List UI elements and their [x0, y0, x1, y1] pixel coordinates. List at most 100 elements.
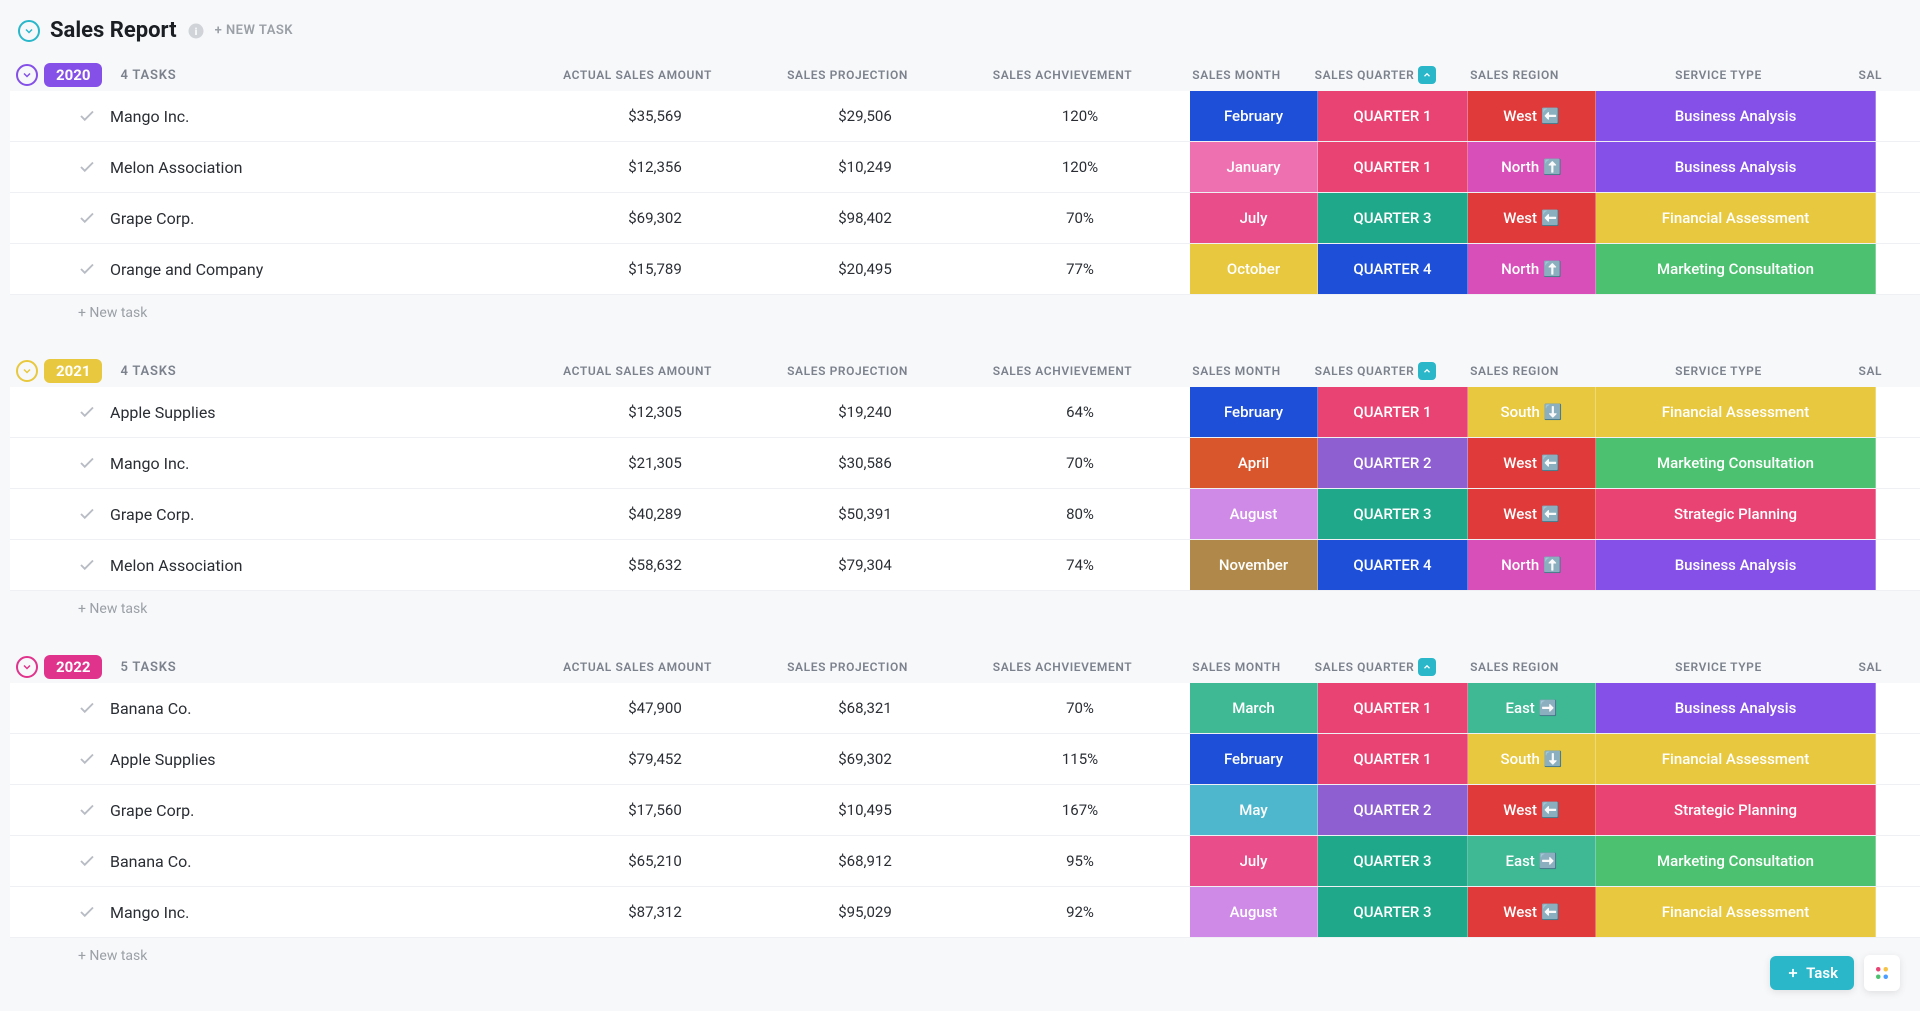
- cell-service[interactable]: Strategic Planning: [1596, 489, 1876, 539]
- task-row[interactable]: Melon Association $58,632 $79,304 74% No…: [10, 540, 1920, 591]
- cell-region[interactable]: East➡️: [1468, 683, 1596, 733]
- cell-service[interactable]: Financial Assessment: [1596, 887, 1876, 937]
- cell-region[interactable]: South⬇️: [1468, 387, 1596, 437]
- column-header-region[interactable]: SALES REGION: [1451, 66, 1579, 84]
- check-icon[interactable]: [78, 505, 96, 523]
- apps-button[interactable]: [1864, 955, 1900, 991]
- column-header-actual[interactable]: ACTUAL SALES AMOUNT: [533, 362, 743, 380]
- cell-quarter[interactable]: QUARTER 4: [1318, 244, 1468, 294]
- cell-region[interactable]: West⬅️: [1468, 193, 1596, 243]
- cell-month[interactable]: February: [1190, 91, 1318, 141]
- cell-quarter[interactable]: QUARTER 3: [1318, 489, 1468, 539]
- task-row[interactable]: Grape Corp. $69,302 $98,402 70% July QUA…: [10, 193, 1920, 244]
- column-header-service[interactable]: SERVICE TYPE: [1579, 362, 1859, 380]
- task-row[interactable]: Grape Corp. $17,560 $10,495 167% May QUA…: [10, 785, 1920, 836]
- cell-service[interactable]: Business Analysis: [1596, 683, 1876, 733]
- check-icon[interactable]: [78, 403, 96, 421]
- check-icon[interactable]: [78, 158, 96, 176]
- cell-quarter[interactable]: QUARTER 4: [1318, 540, 1468, 590]
- collapse-all-icon[interactable]: [18, 20, 40, 42]
- year-badge[interactable]: 2020: [44, 63, 102, 87]
- info-icon[interactable]: i: [187, 22, 205, 40]
- column-header-month[interactable]: SALES MONTH: [1173, 66, 1301, 84]
- task-row[interactable]: Banana Co. $65,210 $68,912 95% July QUAR…: [10, 836, 1920, 887]
- column-header-achievement[interactable]: SALES ACHVIEVEMENT: [953, 658, 1173, 676]
- column-header-service[interactable]: SERVICE TYPE: [1579, 658, 1859, 676]
- column-header-service[interactable]: SERVICE TYPE: [1579, 66, 1859, 84]
- cell-quarter[interactable]: QUARTER 2: [1318, 785, 1468, 835]
- cell-quarter[interactable]: QUARTER 3: [1318, 887, 1468, 937]
- year-badge[interactable]: 2021: [44, 359, 102, 383]
- check-icon[interactable]: [78, 209, 96, 227]
- task-row[interactable]: Orange and Company $15,789 $20,495 77% O…: [10, 244, 1920, 295]
- check-icon[interactable]: [78, 903, 96, 921]
- check-icon[interactable]: [78, 454, 96, 472]
- check-icon[interactable]: [78, 699, 96, 717]
- column-header-achievement[interactable]: SALES ACHVIEVEMENT: [953, 66, 1173, 84]
- cell-region[interactable]: West⬅️: [1468, 91, 1596, 141]
- cell-service[interactable]: Marketing Consultation: [1596, 438, 1876, 488]
- cell-quarter[interactable]: QUARTER 3: [1318, 193, 1468, 243]
- cell-region[interactable]: North⬆️: [1468, 244, 1596, 294]
- column-header-achievement[interactable]: SALES ACHVIEVEMENT: [953, 362, 1173, 380]
- cell-month[interactable]: October: [1190, 244, 1318, 294]
- cell-month[interactable]: May: [1190, 785, 1318, 835]
- cell-quarter[interactable]: QUARTER 1: [1318, 387, 1468, 437]
- column-header-month[interactable]: SALES MONTH: [1173, 362, 1301, 380]
- task-row[interactable]: Grape Corp. $40,289 $50,391 80% August Q…: [10, 489, 1920, 540]
- task-row[interactable]: Mango Inc. $21,305 $30,586 70% April QUA…: [10, 438, 1920, 489]
- cell-region[interactable]: North⬆️: [1468, 142, 1596, 192]
- check-icon[interactable]: [78, 107, 96, 125]
- cell-month[interactable]: August: [1190, 887, 1318, 937]
- cell-region[interactable]: West⬅️: [1468, 785, 1596, 835]
- cell-service[interactable]: Financial Assessment: [1596, 193, 1876, 243]
- cell-month[interactable]: August: [1190, 489, 1318, 539]
- cell-quarter[interactable]: QUARTER 1: [1318, 91, 1468, 141]
- cell-region[interactable]: East➡️: [1468, 836, 1596, 886]
- column-header-projection[interactable]: SALES PROJECTION: [743, 66, 953, 84]
- cell-month[interactable]: February: [1190, 734, 1318, 784]
- cell-service[interactable]: Business Analysis: [1596, 91, 1876, 141]
- task-row[interactable]: Melon Association $12,356 $10,249 120% J…: [10, 142, 1920, 193]
- cell-month[interactable]: April: [1190, 438, 1318, 488]
- cell-region[interactable]: West⬅️: [1468, 438, 1596, 488]
- new-task-button[interactable]: + New task: [10, 295, 1920, 331]
- cell-service[interactable]: Financial Assessment: [1596, 387, 1876, 437]
- column-header-region[interactable]: SALES REGION: [1451, 362, 1579, 380]
- cell-month[interactable]: July: [1190, 836, 1318, 886]
- cell-month[interactable]: November: [1190, 540, 1318, 590]
- column-header-month[interactable]: SALES MONTH: [1173, 658, 1301, 676]
- cell-service[interactable]: Business Analysis: [1596, 540, 1876, 590]
- cell-region[interactable]: South⬇️: [1468, 734, 1596, 784]
- check-icon[interactable]: [78, 801, 96, 819]
- new-task-button[interactable]: + New task: [10, 591, 1920, 627]
- column-header-region[interactable]: SALES REGION: [1451, 658, 1579, 676]
- task-row[interactable]: Mango Inc. $35,569 $29,506 120% February…: [10, 91, 1920, 142]
- column-header-projection[interactable]: SALES PROJECTION: [743, 362, 953, 380]
- cell-month[interactable]: January: [1190, 142, 1318, 192]
- new-task-button[interactable]: + New task: [10, 938, 1920, 974]
- column-header-quarter[interactable]: SALES QUARTER: [1301, 66, 1451, 84]
- group-toggle-icon[interactable]: [16, 656, 38, 678]
- task-row[interactable]: Apple Supplies $12,305 $19,240 64% Febru…: [10, 387, 1920, 438]
- cell-quarter[interactable]: QUARTER 2: [1318, 438, 1468, 488]
- column-header-quarter[interactable]: SALES QUARTER: [1301, 362, 1451, 380]
- check-icon[interactable]: [78, 750, 96, 768]
- cell-month[interactable]: March: [1190, 683, 1318, 733]
- cell-region[interactable]: West⬅️: [1468, 489, 1596, 539]
- cell-quarter[interactable]: QUARTER 1: [1318, 683, 1468, 733]
- cell-region[interactable]: North⬆️: [1468, 540, 1596, 590]
- column-header-actual[interactable]: ACTUAL SALES AMOUNT: [533, 66, 743, 84]
- column-header-overflow[interactable]: SAL: [1859, 362, 1899, 380]
- cell-month[interactable]: February: [1190, 387, 1318, 437]
- cell-quarter[interactable]: QUARTER 3: [1318, 836, 1468, 886]
- cell-service[interactable]: Marketing Consultation: [1596, 836, 1876, 886]
- group-toggle-icon[interactable]: [16, 64, 38, 86]
- check-icon[interactable]: [78, 556, 96, 574]
- cell-service[interactable]: Financial Assessment: [1596, 734, 1876, 784]
- column-header-quarter[interactable]: SALES QUARTER: [1301, 658, 1451, 676]
- cell-month[interactable]: July: [1190, 193, 1318, 243]
- task-row[interactable]: Mango Inc. $87,312 $95,029 92% August QU…: [10, 887, 1920, 938]
- group-toggle-icon[interactable]: [16, 360, 38, 382]
- cell-quarter[interactable]: QUARTER 1: [1318, 734, 1468, 784]
